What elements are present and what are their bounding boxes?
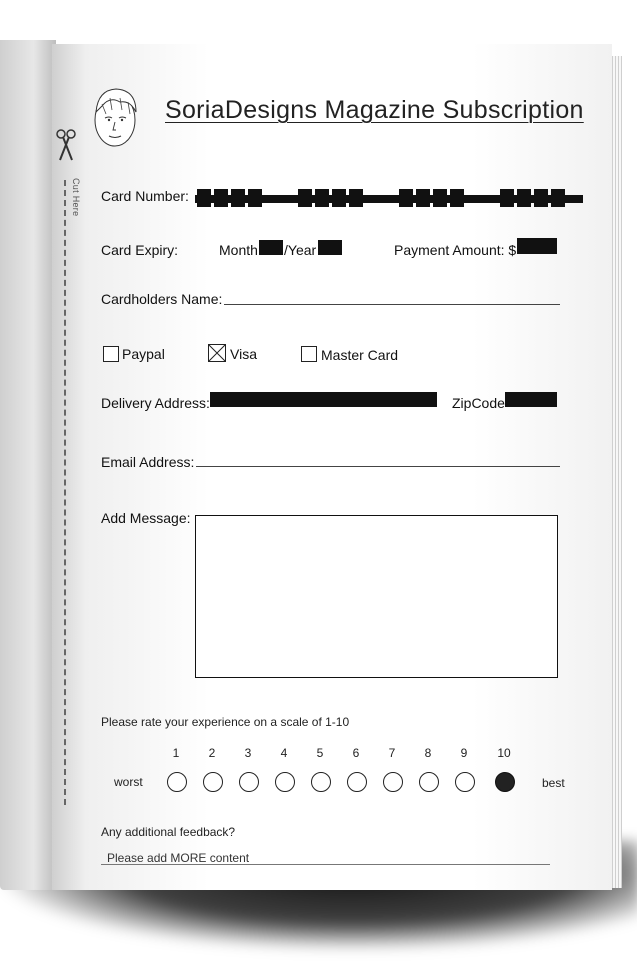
cardholder-field[interactable]: [224, 304, 560, 305]
cardholder-label: Cardholders Name:: [101, 291, 223, 307]
visa-checkbox[interactable]: [208, 344, 226, 362]
best-label: best: [542, 776, 565, 790]
feedback-underline: [101, 864, 550, 865]
scale-number: 1: [172, 746, 180, 760]
rating-radio-5[interactable]: [311, 772, 331, 792]
scale-number: 5: [316, 746, 324, 760]
rating-radio-6[interactable]: [347, 772, 367, 792]
delivery-address-label: Delivery Address:: [101, 395, 210, 411]
email-field[interactable]: [196, 466, 560, 467]
feedback-prompt: Any additional feedback?: [101, 825, 236, 839]
card-number-label: Card Number:: [101, 188, 189, 204]
payment-amount-label: Payment Amount: $: [394, 242, 517, 258]
zipcode-field[interactable]: [505, 392, 557, 407]
cut-line: [64, 180, 66, 805]
scale-number: 8: [424, 746, 432, 760]
delivery-address-field[interactable]: [210, 392, 437, 407]
zipcode-label: ZipCode: [452, 395, 505, 411]
rating-radio-7[interactable]: [383, 772, 403, 792]
rating-radio-2[interactable]: [203, 772, 223, 792]
mastercard-label: Master Card: [321, 347, 399, 363]
message-label: Add Message:: [101, 510, 191, 526]
rating-radio-3[interactable]: [239, 772, 259, 792]
year-label: /Year: [284, 242, 317, 258]
rating-radio-4[interactable]: [275, 772, 295, 792]
scale-number: 9: [460, 746, 468, 760]
paypal-label: Paypal: [122, 346, 165, 362]
face-logo-icon: [94, 88, 137, 147]
page-title: SoriaDesigns Magazine Subscription: [165, 96, 584, 124]
scale-number: 7: [388, 746, 396, 760]
scale-number: 2: [208, 746, 216, 760]
card-expiry-label: Card Expiry:: [101, 242, 179, 258]
year-field[interactable]: [318, 240, 342, 255]
rating-radio-9[interactable]: [455, 772, 475, 792]
month-label: Month: [219, 242, 258, 258]
paypal-checkbox[interactable]: [103, 346, 119, 362]
scale-number: 6: [352, 746, 360, 760]
visa-label: Visa: [230, 346, 257, 362]
feedback-input[interactable]: Please add MORE content: [107, 851, 249, 865]
scale-number: 3: [244, 746, 252, 760]
rating-prompt: Please rate your experience on a scale o…: [101, 715, 350, 729]
rating-radio-8[interactable]: [419, 772, 439, 792]
rating-radio-10[interactable]: [495, 772, 515, 792]
rating-radio-1[interactable]: [167, 772, 187, 792]
left-page: [0, 40, 56, 890]
worst-label: worst: [114, 775, 143, 789]
month-field[interactable]: [259, 240, 283, 255]
scale-number: 10: [497, 746, 511, 760]
scale-number: 4: [280, 746, 288, 760]
mastercard-checkbox[interactable]: [301, 346, 317, 362]
email-label: Email Address:: [101, 454, 195, 470]
message-textarea[interactable]: [195, 515, 558, 678]
cut-here-label: Cut Here: [71, 178, 81, 217]
payment-amount-field[interactable]: [517, 238, 557, 254]
scissors-icon: [56, 129, 76, 161]
